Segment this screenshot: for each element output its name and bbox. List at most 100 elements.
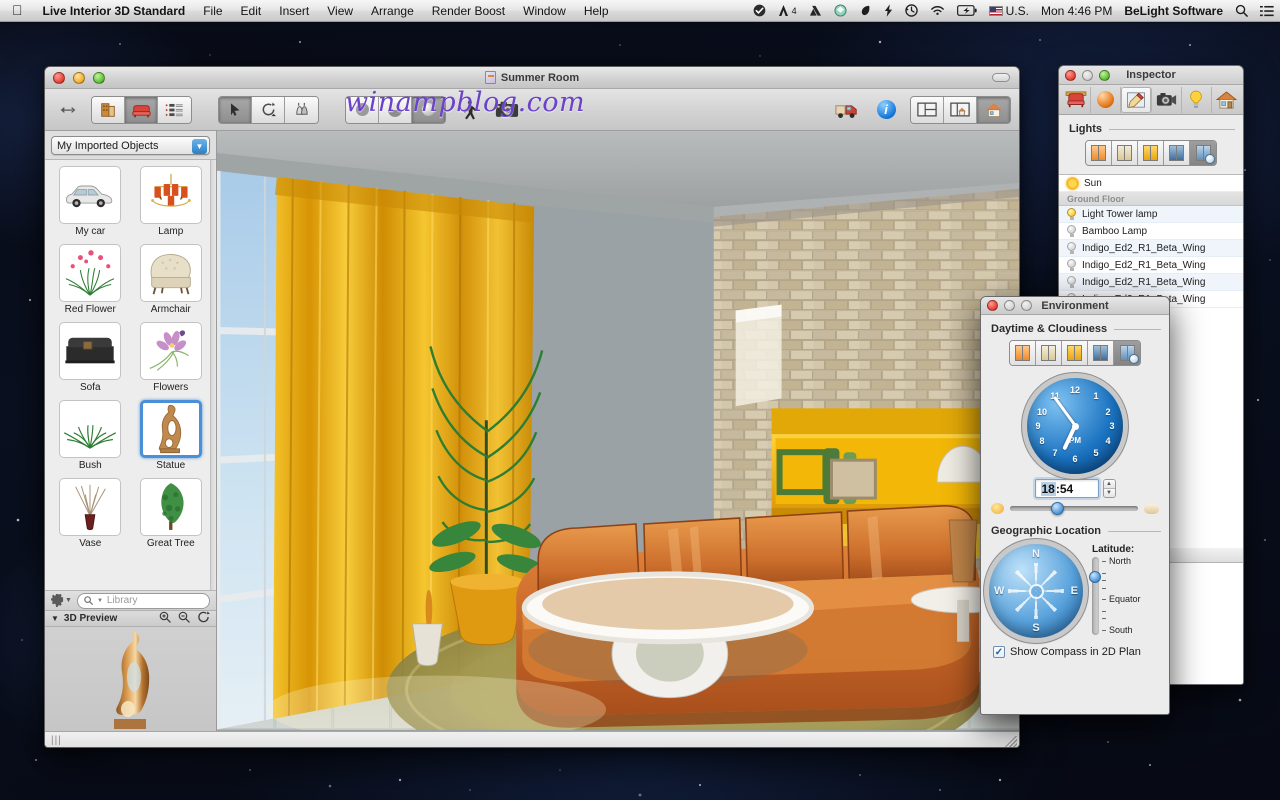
daytime-mode-night[interactable]: [1088, 341, 1114, 365]
adobe-icon[interactable]: 4: [772, 0, 803, 22]
resize-grip-icon[interactable]: |||: [51, 735, 62, 746]
flash-icon[interactable]: [878, 4, 899, 17]
3d-viewport[interactable]: [217, 131, 1019, 731]
menu-item-view[interactable]: View: [318, 0, 362, 22]
scale-icon[interactable]: [285, 96, 318, 123]
zoom-in-icon[interactable]: [159, 611, 171, 626]
render-truck-icon[interactable]: [832, 96, 862, 124]
bulb-on-icon[interactable]: [1067, 208, 1076, 220]
latitude-slider-knob[interactable]: [1089, 571, 1101, 584]
toolbar-toggle-button[interactable]: [992, 73, 1010, 82]
edit-inspector-tab[interactable]: [1121, 86, 1152, 113]
latitude-slider[interactable]: [1089, 557, 1101, 635]
building-icon[interactable]: [92, 96, 125, 123]
library-item-armchair[interactable]: Armchair: [132, 244, 211, 320]
daytime-mode-sunrise[interactable]: [1010, 341, 1036, 365]
light-list-row[interactable]: Bamboo Lamp: [1059, 223, 1243, 240]
menu-bar-user[interactable]: BeLight Software: [1118, 0, 1229, 22]
zoom-out-icon[interactable]: [178, 611, 190, 626]
bulb-off-icon[interactable]: [1067, 242, 1076, 254]
library-item-sofa[interactable]: Sofa: [51, 322, 130, 398]
environment-title-bar[interactable]: Environment: [981, 297, 1169, 315]
light-list-row[interactable]: Indigo_Ed2_R1_Beta_Wing: [1059, 274, 1243, 291]
disclosure-triangle-icon[interactable]: ▼: [51, 614, 59, 623]
time-stepper[interactable]: ▲ ▼: [1102, 479, 1116, 498]
menu-item-window[interactable]: Window: [514, 0, 575, 22]
dropbox-icon[interactable]: [828, 4, 853, 17]
light-list-row[interactable]: Indigo_Ed2_R1_Beta_Wing: [1059, 240, 1243, 257]
stepper-up-icon[interactable]: ▲: [1103, 480, 1115, 489]
chevron-down-icon[interactable]: ▼: [192, 139, 207, 154]
daytime-mode-day[interactable]: [1036, 341, 1062, 365]
library-item-great-tree[interactable]: Great Tree: [132, 478, 211, 554]
menu-item-insert[interactable]: Insert: [270, 0, 318, 22]
input-source-indicator[interactable]: U.S.: [983, 0, 1035, 22]
search-icon[interactable]: [1229, 4, 1254, 17]
light-inspector-tab[interactable]: [1182, 86, 1212, 113]
library-item-vase[interactable]: Vase: [51, 478, 130, 554]
library-item-red-flower[interactable]: Red Flower: [51, 244, 130, 320]
library-item-statue[interactable]: Statue: [132, 400, 211, 476]
evernote-icon[interactable]: [853, 4, 878, 17]
building-inspector-tab[interactable]: [1212, 87, 1241, 113]
cloudiness-slider-knob[interactable]: [1050, 502, 1064, 515]
library-item-lamp[interactable]: Lamp: [132, 166, 211, 242]
library-item-my-car[interactable]: My car: [51, 166, 130, 242]
daytime-mode-auto[interactable]: [1114, 341, 1140, 365]
inspector-title-bar[interactable]: Inspector: [1059, 66, 1243, 85]
bulb-off-icon[interactable]: [1067, 276, 1076, 288]
stepper-down-icon[interactable]: ▼: [1103, 489, 1115, 497]
menu-bar-clock[interactable]: Mon 4:46 PM: [1035, 0, 1118, 22]
time-input[interactable]: 18:54: [1034, 479, 1099, 498]
library-scrollbar[interactable]: [210, 160, 216, 590]
list-icon[interactable]: [158, 96, 191, 123]
bulb-off-icon[interactable]: [1067, 225, 1076, 237]
google-drive-icon[interactable]: [803, 5, 828, 17]
apple-menu-icon[interactable]: : [0, 0, 34, 22]
time-clock-control[interactable]: 12 1 2 3 4 5 6 7 8 9 10 11 PM: [981, 374, 1169, 476]
gear-icon[interactable]: ▼: [51, 594, 72, 607]
3d-view-icon[interactable]: [977, 96, 1010, 123]
menu-item-edit[interactable]: Edit: [232, 0, 271, 22]
light-list-row-sun[interactable]: Sun: [1059, 175, 1243, 192]
move-arrows-icon[interactable]: [53, 96, 83, 124]
cloudiness-slider[interactable]: [1010, 502, 1138, 515]
bulb-off-icon[interactable]: [1067, 259, 1076, 271]
reset-rotation-icon[interactable]: [197, 611, 210, 626]
menu-app-name[interactable]: Live Interior 3D Standard: [34, 0, 195, 22]
wifi-icon[interactable]: [924, 5, 951, 17]
window-resize-corner[interactable]: [1005, 736, 1017, 747]
menu-item-arrange[interactable]: Arrange: [362, 0, 423, 22]
checkmark-icon[interactable]: [747, 4, 772, 17]
window-title-bar[interactable]: Summer Room: [45, 67, 1019, 89]
info-icon[interactable]: i: [871, 96, 901, 124]
library-item-flowers[interactable]: Flowers: [132, 322, 211, 398]
light-mode-auto[interactable]: [1190, 141, 1216, 165]
menu-item-file[interactable]: File: [194, 0, 231, 22]
2d-plan-icon[interactable]: [911, 96, 944, 123]
split-view-icon[interactable]: [944, 96, 977, 123]
light-list-row[interactable]: Light Tower lamp: [1059, 206, 1243, 223]
time-machine-icon[interactable]: [899, 4, 924, 17]
preview-3d-viewport[interactable]: [45, 627, 216, 731]
search-input[interactable]: ▼ Library: [76, 592, 210, 609]
light-mode-neutral[interactable]: [1112, 141, 1138, 165]
show-compass-checkbox-row[interactable]: ✓ Show Compass in 2D Plan: [981, 638, 1169, 658]
menu-item-help[interactable]: Help: [575, 0, 618, 22]
library-item-bush[interactable]: Bush: [51, 400, 130, 476]
notification-center-icon[interactable]: [1254, 5, 1280, 17]
checkbox-icon[interactable]: ✓: [993, 646, 1005, 658]
light-mode-night[interactable]: [1164, 141, 1190, 165]
menu-item-render-boost[interactable]: Render Boost: [423, 0, 514, 22]
material-inspector-tab[interactable]: [1091, 86, 1122, 113]
rotate-icon[interactable]: [252, 96, 285, 123]
object-inspector-tab[interactable]: [1061, 86, 1092, 113]
light-list-row[interactable]: Indigo_Ed2_R1_Beta_Wing: [1059, 257, 1243, 274]
daytime-mode-sunset[interactable]: [1062, 341, 1088, 365]
light-mode-warm[interactable]: [1138, 141, 1164, 165]
battery-icon[interactable]: [951, 5, 983, 16]
select-arrow-icon[interactable]: [219, 96, 252, 123]
library-selector[interactable]: My Imported Objects ▼: [51, 136, 210, 155]
analog-clock[interactable]: 12 1 2 3 4 5 6 7 8 9 10 11 PM: [1027, 378, 1123, 474]
light-mode-day[interactable]: [1086, 141, 1112, 165]
